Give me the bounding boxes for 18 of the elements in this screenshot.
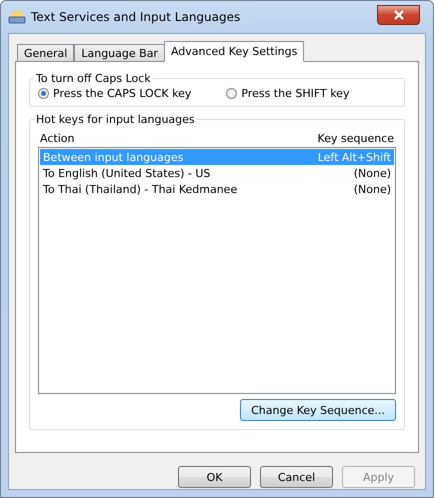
tab[interactable]: Advanced Key Settings [164, 41, 304, 62]
close-button[interactable] [377, 5, 420, 25]
close-icon [392, 10, 404, 20]
radio-option[interactable]: Press the SHIFT key [226, 87, 350, 100]
window-title: Text Services and Input Languages [31, 10, 240, 24]
change-key-sequence-button[interactable]: Change Key Sequence... [240, 399, 396, 421]
tab[interactable]: Language Bar [74, 44, 165, 62]
dialog-button[interactable]: OK [178, 466, 251, 488]
radio-option[interactable]: Press the CAPS LOCK key [38, 87, 192, 100]
column-header: Action [40, 132, 74, 145]
column-header: Key sequence [318, 132, 394, 145]
dialog-button[interactable]: Cancel [260, 466, 333, 488]
keyboard-icon [8, 9, 26, 25]
group-title: Hot keys for input languages [35, 113, 196, 126]
list-row[interactable]: To English (United States) - US (None) [40, 165, 394, 181]
group-title: To turn off Caps Lock [35, 72, 152, 85]
list-row[interactable]: To Thai (Thailand) - Thai Kedmanee (None) [40, 181, 394, 197]
tab[interactable]: General [17, 44, 74, 62]
